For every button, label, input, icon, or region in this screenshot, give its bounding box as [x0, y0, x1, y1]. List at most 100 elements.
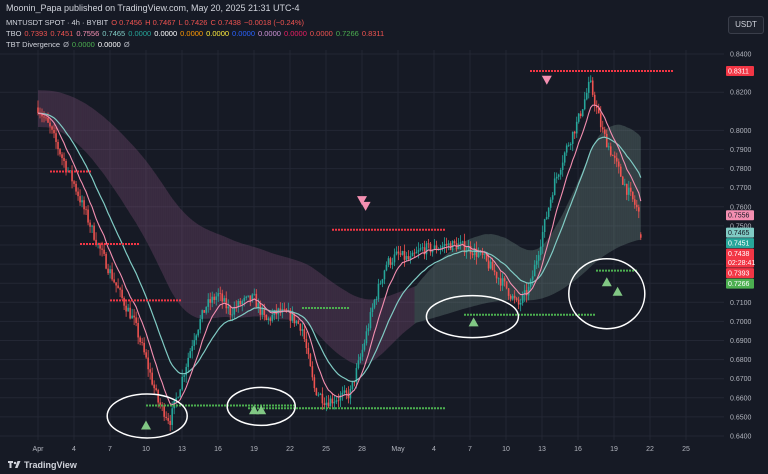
ribbon-segment [638, 134, 641, 240]
ribbon-segment [200, 225, 203, 319]
candle-body [369, 312, 372, 329]
candle-body [223, 298, 226, 302]
candle-body [217, 293, 220, 297]
candle-body [49, 122, 51, 127]
candle-body [219, 293, 222, 294]
candle-body [313, 377, 316, 389]
candle-body [553, 178, 556, 196]
ribbon-segment [434, 263, 437, 318]
candle-body [263, 309, 266, 315]
ribbon-segment [406, 288, 409, 331]
candle-body [593, 94, 596, 106]
candle-body [199, 319, 202, 330]
candle-body [427, 243, 430, 245]
ribbon-segment [396, 292, 399, 340]
ribbon-segment [440, 257, 443, 316]
ribbon-segment [252, 246, 255, 317]
ribbon-cloud [38, 90, 641, 365]
candle-body [311, 366, 314, 378]
ribbon-segment [166, 189, 169, 286]
ribbon-segment [102, 115, 105, 175]
candle-body [299, 323, 302, 331]
ribbon-segment [114, 126, 117, 193]
candle-body [261, 309, 264, 315]
ribbon-segment [90, 106, 93, 160]
candle-body [559, 169, 562, 175]
ribbon-segment [580, 170, 583, 276]
ribbon-segment [570, 193, 573, 284]
ribbon-segment [122, 134, 125, 205]
candle-body [257, 303, 260, 308]
candle-body [551, 195, 554, 200]
candle-body [43, 116, 45, 118]
candle-body [297, 321, 300, 324]
ribbon-segment [112, 124, 115, 190]
ribbon-segment [70, 95, 73, 140]
candle-body [331, 398, 334, 404]
candle-body [579, 113, 582, 117]
candle-body [489, 261, 492, 269]
y-tick-label: 0.8200 [730, 90, 752, 97]
candle-body [283, 309, 286, 310]
ribbon-segment [302, 262, 305, 324]
ribbon-segment [160, 180, 163, 273]
y-tick-label: 0.8400 [730, 52, 752, 59]
ribbon-segment [428, 269, 431, 320]
candle-body [193, 340, 196, 347]
ribbon-segment [126, 138, 129, 211]
ribbon-segment [346, 291, 349, 361]
candle-body [419, 248, 422, 250]
ribbon-segment [460, 242, 463, 310]
candle-body [515, 298, 518, 300]
ribbon-segment [320, 273, 323, 340]
candle-body [533, 264, 536, 277]
candle-body [447, 243, 450, 246]
candle-body [271, 314, 274, 321]
candle-body [599, 113, 602, 128]
candle-body [247, 295, 250, 297]
ribbon-segment [192, 220, 195, 317]
candle-body [305, 338, 308, 349]
candle-body [545, 216, 548, 220]
candle-body [383, 270, 386, 280]
candle-body [195, 335, 198, 341]
ribbon-segment [348, 292, 351, 363]
ribbon-segment [328, 279, 331, 348]
ribbon-segment [598, 133, 601, 260]
candle-body [231, 314, 234, 316]
candle-body [139, 337, 141, 343]
ribbon-segment [202, 226, 205, 319]
ribbon-segment [82, 101, 85, 151]
ribbon-segment [92, 107, 95, 162]
ribbon-segment [330, 280, 333, 349]
candle-body [365, 331, 368, 344]
candle-body [303, 329, 306, 339]
ribbon-segment [418, 280, 421, 323]
ribbon-segment [72, 96, 75, 141]
candle-body [601, 127, 604, 130]
candle-body [585, 92, 588, 100]
candle-body [127, 307, 129, 312]
candle-body [129, 307, 131, 319]
candle-body [377, 283, 380, 299]
ribbon-segment [600, 131, 603, 259]
price-chart[interactable]: 0.84000.82000.80000.79000.78000.77000.76… [0, 0, 768, 474]
candle-body [339, 394, 342, 401]
candle-body [409, 256, 412, 260]
candle-body [177, 397, 179, 399]
candle-body [61, 154, 63, 159]
candle-body [149, 369, 151, 373]
candle-body [295, 321, 298, 324]
candle-body [93, 225, 95, 240]
candle-body [113, 279, 115, 283]
ribbon-segment [198, 224, 201, 319]
ribbon-segment [100, 114, 103, 172]
ribbon-segment [266, 251, 269, 318]
candle-body [373, 300, 376, 308]
buy-signal-icon [601, 277, 612, 287]
y-tick-label: 0.6500 [730, 414, 752, 421]
candle-body [87, 209, 89, 223]
ribbon-segment [596, 136, 599, 262]
candle-body [507, 288, 510, 296]
ribbon-segment [558, 217, 561, 292]
